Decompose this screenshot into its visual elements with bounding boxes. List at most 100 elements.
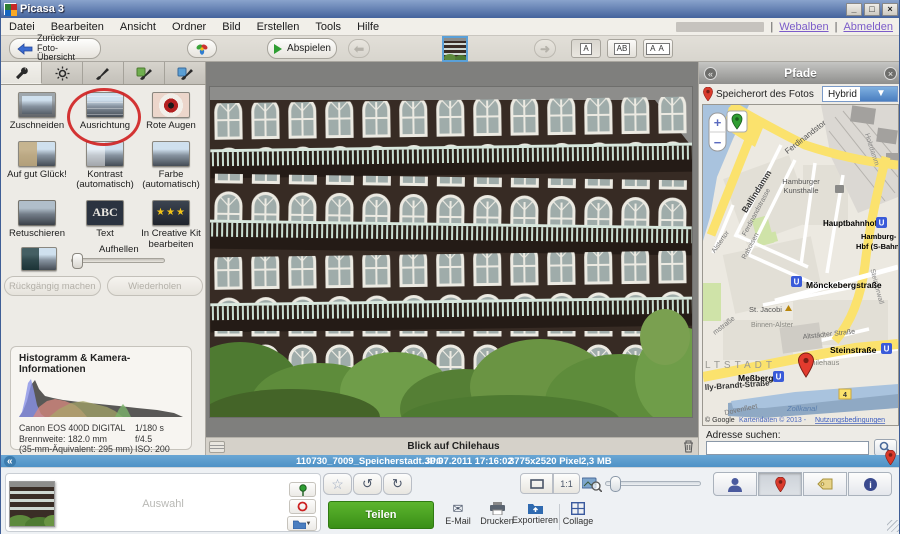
play-button[interactable]: Abspielen: [267, 38, 337, 59]
tab-basic-fixes[interactable]: [1, 62, 42, 84]
edit-panel: Zuschneiden Ausrichtung Rote Augen Auf g…: [1, 62, 206, 455]
resize-grip[interactable]: [887, 520, 899, 532]
actual-size-button[interactable]: 1:1: [553, 473, 580, 494]
focal-equivalent: (35-mm-Äquivalent: 295 mm): [19, 444, 135, 455]
tool-text[interactable]: ABC Text: [70, 200, 140, 250]
fill-light-slider-thumb[interactable]: [72, 253, 83, 269]
minimize-button[interactable]: _: [846, 3, 862, 16]
tool-auf-gut-glueck[interactable]: Auf gut Glück!: [4, 141, 70, 191]
map-type-dropdown[interactable]: Hybrid ▼: [822, 86, 898, 102]
photo-caption[interactable]: Blick auf Chilehaus: [228, 441, 679, 452]
menu-bearbeiten[interactable]: Bearbeiten: [43, 20, 112, 34]
map-zoom-control[interactable]: + −: [709, 113, 726, 151]
map-label: Binnen-Alster: [751, 322, 794, 329]
tab-effects-1[interactable]: [83, 62, 124, 84]
menu-erstellen[interactable]: Erstellen: [249, 20, 308, 34]
undo-button[interactable]: Rückgängig machen: [4, 276, 101, 296]
menu-bar: Datei Bearbeiten Ansicht Ordner Bild Ers…: [1, 18, 900, 36]
caption-edit-icon[interactable]: [209, 441, 225, 453]
tool-retuschieren[interactable]: Retuschieren: [4, 200, 70, 250]
show-info-button[interactable]: i: [848, 472, 892, 496]
view-mode-compare-button[interactable]: AB: [607, 39, 637, 58]
bottom-action-bar: Auswahl ▼ ☆ ↺ ↻ 1:1: [1, 467, 900, 534]
basic-fixes-grid: Zuschneiden Ausrichtung Rote Augen Auf g…: [4, 92, 204, 250]
tab-effects-2[interactable]: [124, 62, 165, 84]
previous-photo-button[interactable]: ⬅: [348, 39, 370, 58]
drop-marker-button[interactable]: [727, 111, 747, 132]
red-circle-icon: [297, 501, 308, 512]
menu-tools[interactable]: Tools: [307, 20, 349, 34]
tool-kontrast[interactable]: Kontrast (automatisch): [70, 141, 140, 191]
tool-zuschneiden[interactable]: Zuschneiden: [4, 92, 70, 132]
fit-to-screen-button[interactable]: [520, 473, 553, 494]
view-mode-split-button[interactable]: AA: [643, 39, 673, 58]
menu-hilfe[interactable]: Hilfe: [349, 20, 387, 34]
photo-chilehaus[interactable]: [210, 87, 692, 417]
close-button[interactable]: ×: [882, 3, 898, 16]
add-to-album-button[interactable]: ▼: [287, 516, 317, 531]
redo-button[interactable]: Wiederholen: [107, 276, 204, 296]
tool-creative-kit[interactable]: ★★★ In Creative Kit bearbeiten: [140, 200, 202, 250]
tool-ausrichtung[interactable]: Ausrichtung: [70, 92, 140, 132]
collage-button[interactable]: Collage: [556, 502, 600, 532]
u-bahn-badge: U: [776, 373, 782, 382]
collapse-tray-icon[interactable]: «: [4, 456, 16, 467]
places-panel: « Pfade × Speicherort des Fotos Hybrid ▼: [698, 62, 900, 455]
crop-icon: [18, 92, 56, 118]
zoom-in-button[interactable]: +: [714, 115, 722, 130]
collage-icon: [571, 502, 585, 515]
webalben-link[interactable]: Webalben: [779, 21, 828, 33]
tool-farbe[interactable]: Farbe (automatisch): [140, 141, 202, 191]
menu-ansicht[interactable]: Ansicht: [112, 20, 164, 34]
maximize-button[interactable]: □: [864, 3, 880, 16]
collapse-panel-icon[interactable]: «: [704, 67, 717, 80]
map-label: Kunsthalle: [783, 186, 818, 195]
tab-effects-3[interactable]: [165, 62, 206, 84]
show-people-button[interactable]: [713, 472, 757, 496]
menu-bild[interactable]: Bild: [214, 20, 248, 34]
rotate-right-button[interactable]: ↻: [383, 473, 412, 495]
separator: |: [835, 21, 838, 33]
location-label: Speicherort des Fotos: [716, 89, 814, 100]
u-bahn-badge: U: [879, 219, 885, 228]
next-photo-button[interactable]: ➜: [534, 39, 556, 58]
fill-light-row: Aufhellen: [21, 245, 191, 273]
clear-selection-button[interactable]: [289, 499, 316, 514]
map[interactable]: Ballindamm Ferdinandstor Ferdinandstrass…: [702, 104, 899, 426]
tab-tuning[interactable]: [42, 62, 83, 84]
fit-screen-icon: [530, 479, 544, 489]
close-panel-icon[interactable]: ×: [884, 67, 897, 80]
email-button[interactable]: ✉ E-Mail: [436, 502, 480, 532]
place-marker-icon: [775, 477, 786, 492]
view-mode-single-button[interactable]: A: [571, 39, 601, 58]
tool-rote-augen[interactable]: Rote Augen: [140, 92, 202, 132]
menu-ordner[interactable]: Ordner: [164, 20, 214, 34]
svg-text:i: i: [869, 480, 872, 490]
terms-link[interactable]: Nutzungsbedingungen: [815, 417, 885, 424]
menu-datei[interactable]: Datei: [1, 20, 43, 34]
show-tags-button[interactable]: [803, 472, 847, 496]
map-copyright: Kartendaten © 2013 -: [739, 416, 807, 424]
status-filename: 110730_7009_Speicherstadt.JPG: [296, 456, 443, 467]
zoom-slider-thumb[interactable]: [610, 476, 621, 492]
trash-icon[interactable]: [683, 440, 694, 453]
pinwheel-button[interactable]: [187, 39, 217, 58]
share-button[interactable]: Teilen: [328, 501, 434, 529]
hold-selection-button[interactable]: [289, 482, 316, 497]
map-label: Hauptbahnhof: [823, 219, 878, 228]
fill-light-slider[interactable]: [71, 258, 165, 263]
zoom-out-button[interactable]: −: [714, 135, 722, 150]
address-search-input[interactable]: [706, 441, 869, 455]
rotate-left-button[interactable]: ↺: [353, 473, 382, 495]
current-photo-thumbnail[interactable]: [442, 36, 468, 62]
back-to-library-button[interactable]: Zurück zur Foto-Übersicht: [9, 38, 101, 59]
camera-model: Canon EOS 400D DIGITAL: [19, 423, 135, 434]
zoom-slider[interactable]: [605, 481, 701, 486]
abmelden-link[interactable]: Abmelden: [843, 21, 893, 33]
red-eye-icon: [152, 92, 190, 118]
show-places-button[interactable]: [758, 472, 802, 496]
export-button[interactable]: Exportieren: [513, 502, 557, 532]
star-button[interactable]: ☆: [323, 473, 352, 495]
separator: |: [770, 21, 773, 33]
places-header: « Pfade ×: [699, 62, 900, 84]
